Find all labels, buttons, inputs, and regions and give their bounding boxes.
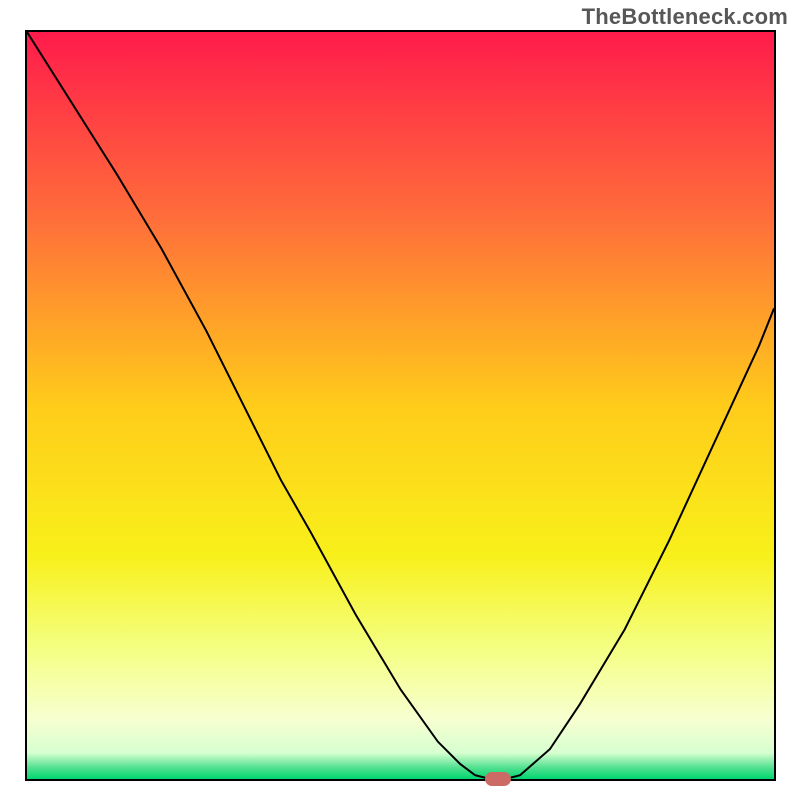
watermark-text: TheBottleneck.com — [582, 4, 788, 30]
gradient-rect — [27, 32, 774, 779]
chart-plot-area — [25, 30, 776, 781]
chart-svg — [27, 32, 774, 779]
